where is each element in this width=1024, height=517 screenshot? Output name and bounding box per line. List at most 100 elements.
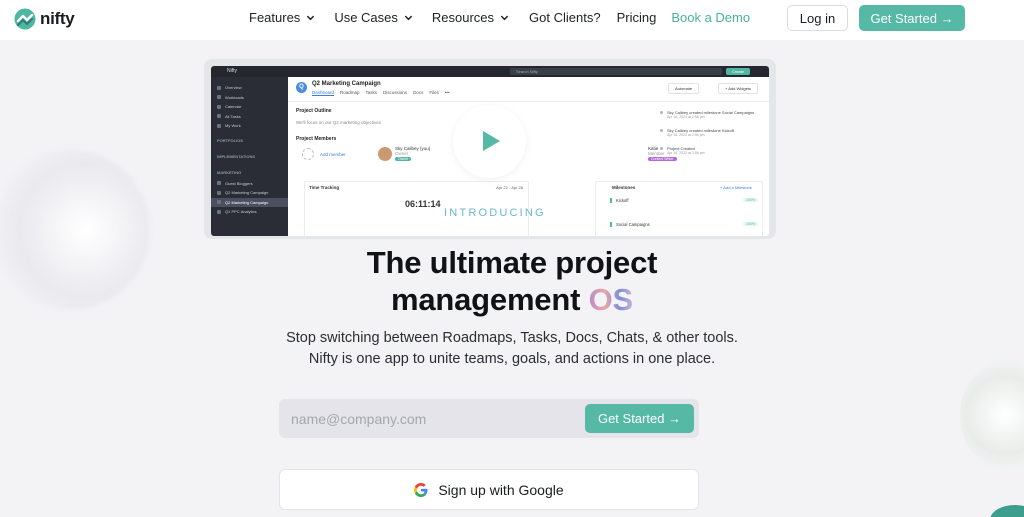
project-icon [217, 181, 221, 186]
nav-features[interactable]: Features [249, 10, 315, 25]
preview-add-member: Add member [302, 148, 346, 160]
preview-sidebar-item: Overview [217, 83, 288, 93]
preview-sidebar-section: IMPLEMENTATIONS [217, 153, 256, 159]
introducing-label: INTRODUCING [444, 207, 546, 219]
preview-add-widgets-button: + Add Widgets [718, 83, 758, 94]
nav-pricing-label: Pricing [616, 10, 657, 25]
preview-activity-time: Apr 16, 2022 at 2:56 pm [667, 115, 705, 119]
nav-use-cases-label: Use Cases [334, 10, 398, 25]
preview-tab: Docs [413, 90, 424, 95]
preview-sidebar-item: All Tasks [217, 112, 288, 122]
preview-search: Search Nifty [510, 68, 722, 75]
preview-project-label: Q2 Marketing Campaign [225, 190, 269, 196]
preview-outline-text: We'll focus on our Q2 marketing objectiv… [296, 120, 382, 125]
preview-activity-feed: Sky Calibey created milestone Social Cam… [658, 110, 763, 164]
add-member-icon [302, 148, 314, 160]
hero-headline-line1: The ultimate project [366, 245, 658, 280]
nav-book-demo[interactable]: Book a Demo [671, 10, 750, 25]
nav-use-cases[interactable]: Use Cases [334, 10, 413, 25]
preview-brand: Nifty [227, 68, 237, 74]
preview-tab: Tasks [365, 90, 378, 95]
hero-subtitle-line2: Nifty is one app to unite teams, goals, … [308, 351, 716, 367]
workloads-icon [217, 95, 221, 100]
calendar-icon [217, 104, 221, 109]
avatar [378, 146, 392, 161]
preview-topbar: Nifty Search Nifty Create [211, 66, 769, 77]
preview-sidebar-item: Calendar [217, 102, 288, 112]
preview-sidebar: Overview Workloads Calendar All Tasks My… [211, 77, 288, 236]
main-nav: Features Use Cases Resources Got Clients… [249, 10, 750, 25]
project-avatar-icon: Q [296, 82, 307, 93]
nav-resources-label: Resources [431, 10, 495, 25]
nav-got-clients-label: Got Clients? [529, 10, 601, 25]
hero-subtitle-line1: Stop switching between Roadmaps, Tasks, … [286, 330, 738, 346]
nav-book-demo-label: Book a Demo [671, 10, 751, 25]
tasks-icon [217, 114, 221, 119]
preview-tab: ••• [444, 90, 450, 95]
hero-headline-prefix: management [390, 282, 589, 317]
preview-milestone-pct: 100% [743, 222, 758, 226]
email-get-started-button[interactable]: Get Started → [585, 404, 694, 433]
preview-sidebar-item: Workloads [217, 93, 288, 103]
my-work-icon [217, 123, 221, 128]
preview-sidebar-project-active: Q2 Marketing Campaign [211, 197, 288, 207]
preview-sidebar-section: PORTFOLIOS [217, 137, 243, 143]
google-signup-button[interactable]: Sign up with Google [279, 469, 699, 510]
google-signup-label: Sign up with Google [438, 481, 564, 498]
project-icon [217, 209, 221, 214]
preview-sidebar-label: All Tasks [225, 113, 241, 119]
chevron-down-icon [307, 15, 315, 21]
play-icon [483, 131, 500, 151]
chevron-down-icon [404, 15, 413, 21]
google-icon [414, 482, 428, 497]
nifty-logo[interactable]: nifty [14, 8, 75, 30]
preview-sidebar-project: Q2 Marketing Campaign [217, 188, 288, 198]
nifty-logo-icon [14, 8, 36, 30]
preview-member: Sky Calibey (you) Owner Owner [378, 146, 430, 161]
preview-time-tracking-heading: Time Tracking [309, 185, 340, 190]
chat-widget-button[interactable] [990, 505, 1024, 517]
login-button[interactable]: Log in [787, 5, 848, 31]
preview-milestone-pct: 100% [743, 198, 758, 202]
logo-text: nifty [40, 9, 75, 28]
nav-resources[interactable]: Resources [432, 10, 509, 25]
preview-tab: Discussions [383, 90, 408, 95]
overview-icon [217, 85, 221, 90]
preview-milestones-heading: Milestones [612, 185, 636, 190]
preview-tab: Dashboard [312, 90, 335, 96]
chevron-down-icon [500, 15, 509, 21]
nav-pricing[interactable]: Pricing [617, 10, 657, 25]
hero-headline-line2: management OS [0, 282, 1024, 318]
project-icon [217, 190, 221, 195]
email-signup-form: Get Started → [279, 399, 699, 438]
preview-project-title: Q2 Marketing Campaign [312, 81, 381, 87]
play-video-button[interactable] [453, 105, 526, 178]
email-input[interactable] [279, 399, 579, 438]
preview-sidebar-label: Workloads [225, 94, 244, 100]
preview-sidebar-item: My Work [217, 121, 288, 131]
preview-sidebar-project: Q1 PPC Analytics [217, 207, 288, 217]
preview-sidebar-project: Guest Bloggers [217, 179, 288, 189]
project-icon [217, 200, 221, 205]
site-header: nifty Features Use Cases Resources Got C… [0, 0, 1024, 40]
preview-milestone-name: Social Campaigns [616, 222, 650, 227]
preview-time-tracking-total: 06:11:14 [405, 199, 441, 209]
nav-features-label: Features [249, 10, 301, 25]
get-started-button[interactable]: Get Started → [859, 5, 965, 31]
hero-headline-os: OS [588, 282, 634, 317]
preview-member-tag: Owner [395, 157, 412, 161]
preview-project-tabs: Dashboard Roadmap Tasks Discussions Docs… [312, 90, 450, 96]
preview-outline-heading: Project Outline [296, 108, 332, 114]
preview-create-button: Create [726, 68, 750, 75]
preview-divider [288, 101, 769, 102]
preview-project-label: Q1 PPC Analytics [225, 209, 257, 215]
preview-milestone-row: Social Campaigns 100% [610, 222, 762, 227]
preview-milestone-name: Kickoff [616, 198, 629, 203]
preview-sidebar-section: MARKETING [217, 169, 242, 175]
preview-activity-time: Apr 16, 2022 at 2:56 pm [667, 151, 705, 155]
preview-milestone-row: Kickoff 100% [610, 198, 762, 203]
preview-milestones-add: + Add a Milestone [720, 185, 752, 190]
preview-tab: Files [429, 90, 439, 95]
preview-members-heading: Project Members [296, 136, 337, 142]
nav-got-clients[interactable]: Got Clients? [529, 10, 601, 25]
